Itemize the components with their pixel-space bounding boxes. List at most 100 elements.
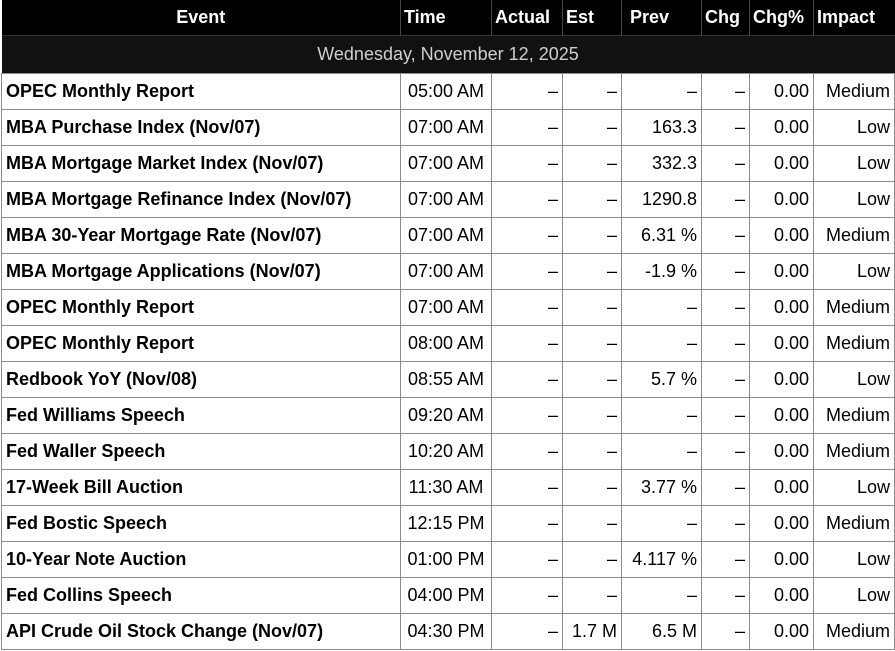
impact-cell: Medium — [813, 613, 895, 650]
header-time[interactable]: Time — [400, 0, 492, 36]
event-name-cell[interactable]: 17-Week Bill Auction — [1, 469, 401, 506]
impact-cell: Low — [813, 361, 895, 398]
table-row[interactable]: Fed Collins Speech 04:00 PM – – – –0.00 Low — [1, 577, 895, 614]
chg-pct-cell: 0.00 — [749, 325, 814, 362]
header-event[interactable]: Event — [1, 0, 401, 36]
event-name-cell[interactable]: MBA Mortgage Market Index (Nov/07) — [1, 145, 401, 182]
event-name-cell[interactable]: 10-Year Note Auction — [1, 541, 401, 578]
actual-cell: – — [491, 73, 563, 110]
time-cell: 04:00 PM — [400, 577, 492, 614]
event-name-cell[interactable]: Fed Williams Speech — [1, 397, 401, 434]
time-cell: 07:00 AM — [400, 289, 492, 326]
chg-cell: – — [701, 541, 750, 578]
impact-cell: Medium — [813, 433, 895, 470]
event-name-cell[interactable]: OPEC Monthly Report — [1, 289, 401, 326]
table-row[interactable]: MBA Mortgage Refinance Index (Nov/07) 07:… — [1, 181, 895, 218]
table-row[interactable]: 10-Year Note Auction 01:00 PM – –4.117 % –0.… — [1, 541, 895, 578]
chg-pct-cell: 0.00 — [749, 145, 814, 182]
event-name-cell[interactable]: Redbook YoY (Nov/08) — [1, 361, 401, 398]
impact-cell: Medium — [813, 217, 895, 254]
time-cell: 07:00 AM — [400, 253, 492, 290]
table-row[interactable]: MBA Mortgage Market Index (Nov/07) 07:00 … — [1, 145, 895, 182]
chg-cell: – — [701, 397, 750, 434]
time-cell: 08:00 AM — [400, 325, 492, 362]
event-name-cell[interactable]: Fed Waller Speech — [1, 433, 401, 470]
actual-cell: – — [491, 469, 563, 506]
header-impact[interactable]: Impact — [813, 0, 895, 36]
chg-pct-cell: 0.00 — [749, 361, 814, 398]
actual-cell: – — [491, 505, 563, 542]
table-row[interactable]: MBA Purchase Index (Nov/07) 07:00 AM – –163… — [1, 109, 895, 146]
actual-cell: – — [491, 181, 563, 218]
chg-cell: – — [701, 181, 750, 218]
prev-cell: 163.3 — [621, 109, 702, 146]
actual-cell: – — [491, 613, 563, 650]
est-cell: – — [562, 397, 622, 434]
impact-cell: Low — [813, 469, 895, 506]
table-row[interactable]: 17-Week Bill Auction 11:30 AM – –3.77 % –0.0… — [1, 469, 895, 506]
time-cell: 04:30 PM — [400, 613, 492, 650]
chg-cell: – — [701, 289, 750, 326]
chg-cell: – — [701, 217, 750, 254]
event-name-cell[interactable]: API Crude Oil Stock Change (Nov/07) — [1, 613, 401, 650]
prev-cell: – — [621, 289, 702, 326]
impact-cell: Medium — [813, 73, 895, 110]
header-est[interactable]: Est — [562, 0, 622, 36]
time-cell: 08:55 AM — [400, 361, 492, 398]
actual-cell: – — [491, 217, 563, 254]
chg-cell: – — [701, 613, 750, 650]
est-cell: – — [562, 325, 622, 362]
table-row[interactable]: OPEC Monthly Report 07:00 AM – – – –0.00 Mediu… — [1, 289, 895, 326]
chg-cell: – — [701, 73, 750, 110]
impact-cell: Medium — [813, 289, 895, 326]
event-name-cell[interactable]: MBA Mortgage Refinance Index (Nov/07) — [1, 181, 401, 218]
event-name-cell[interactable]: MBA 30-Year Mortgage Rate (Nov/07) — [1, 217, 401, 254]
est-cell: – — [562, 73, 622, 110]
actual-cell: – — [491, 253, 563, 290]
table-row[interactable]: Redbook YoY (Nov/08) 08:55 AM – –5.7 % –0.00… — [1, 361, 895, 398]
chg-pct-cell: 0.00 — [749, 613, 814, 650]
est-cell: – — [562, 361, 622, 398]
table-row[interactable]: MBA 30-Year Mortgage Rate (Nov/07) 07:00 … — [1, 217, 895, 254]
event-name-cell[interactable]: OPEC Monthly Report — [1, 73, 401, 110]
prev-cell: – — [621, 73, 702, 110]
chg-cell: – — [701, 253, 750, 290]
prev-cell: 4.117 % — [621, 541, 702, 578]
event-name-cell[interactable]: MBA Mortgage Applications (Nov/07) — [1, 253, 401, 290]
event-name-cell[interactable]: MBA Purchase Index (Nov/07) — [1, 109, 401, 146]
header-chg[interactable]: Chg — [701, 0, 750, 36]
est-cell: – — [562, 181, 622, 218]
table-row[interactable]: OPEC Monthly Report 08:00 AM – – – –0.00 Mediu… — [1, 325, 895, 362]
impact-cell: Medium — [813, 505, 895, 542]
est-cell: – — [562, 469, 622, 506]
time-cell: 01:00 PM — [400, 541, 492, 578]
table-row[interactable]: Fed Williams Speech 09:20 AM – – – –0.00 Mediu… — [1, 397, 895, 434]
table-row[interactable]: Fed Bostic Speech 12:15 PM – – – –0.00 Medium — [1, 505, 895, 542]
date-label: Wednesday, November 12, 2025 — [1, 35, 895, 74]
actual-cell: – — [491, 361, 563, 398]
table-row[interactable]: API Crude Oil Stock Change (Nov/07) 04:30… — [1, 613, 895, 650]
est-cell: – — [562, 253, 622, 290]
est-cell: – — [562, 289, 622, 326]
table-row[interactable]: MBA Mortgage Applications (Nov/07) 07:00 … — [1, 253, 895, 290]
prev-cell: 3.77 % — [621, 469, 702, 506]
chg-cell: – — [701, 145, 750, 182]
event-name-cell[interactable]: OPEC Monthly Report — [1, 325, 401, 362]
chg-pct-cell: 0.00 — [749, 469, 814, 506]
event-name-cell[interactable]: Fed Collins Speech — [1, 577, 401, 614]
prev-cell: – — [621, 577, 702, 614]
chg-cell: – — [701, 361, 750, 398]
table-row[interactable]: Fed Waller Speech 10:20 AM – – – –0.00 Medium — [1, 433, 895, 470]
chg-cell: – — [701, 109, 750, 146]
table-body: Wednesday, November 12, 2025 OPEC Monthl… — [1, 35, 895, 650]
est-cell: 1.7 M — [562, 613, 622, 650]
event-name-cell[interactable]: Fed Bostic Speech — [1, 505, 401, 542]
header-chg-pct[interactable]: Chg% — [749, 0, 814, 36]
time-cell: 12:15 PM — [400, 505, 492, 542]
prev-cell: – — [621, 433, 702, 470]
header-actual[interactable]: Actual — [491, 0, 563, 36]
actual-cell: – — [491, 145, 563, 182]
chg-pct-cell: 0.00 — [749, 397, 814, 434]
table-row[interactable]: OPEC Monthly Report 05:00 AM – – – –0.00 Mediu… — [1, 73, 895, 110]
header-prev[interactable]: Prev — [621, 0, 702, 36]
